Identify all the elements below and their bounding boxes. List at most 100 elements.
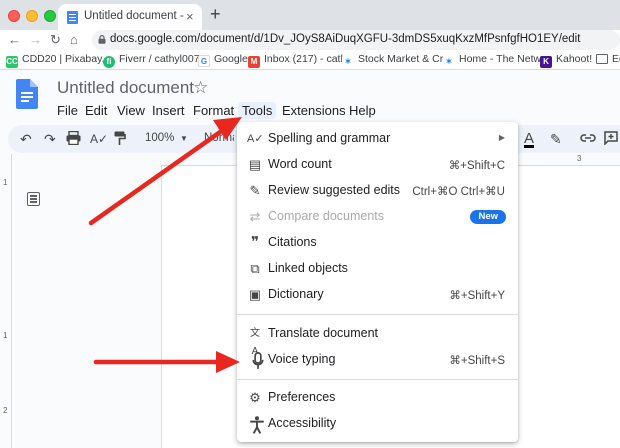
ruler-mark: 3 [577,154,582,163]
menu-item-label: Citations [268,235,317,249]
menu-divider [237,314,518,315]
translate-icon: 文A [250,328,260,357]
menu-item-label: Preferences [268,390,336,404]
preferences-icon: ⚙ [249,390,261,405]
bookmark-stock-market[interactable]: ✶ Stock Market & Cr... [342,53,451,68]
review-edits-icon: ✎ [249,183,261,198]
menu-item-shortcut: ⌘+Shift+S [449,355,505,367]
highlight-pen-icon[interactable]: ✎ [550,130,562,148]
url-text: docs.google.com/document/d/1Dv_JOyS8AiDu… [110,33,581,45]
browser-tab[interactable]: Untitled document - Google Docs × [58,4,202,30]
menu-item-shortcut: ⌘+Shift+Y [449,290,505,302]
menu-item-label: Review suggested edits [268,183,401,197]
menu-item-linked-objects[interactable]: ⧉ Linked objects [237,256,518,282]
menu-item-label: Voice typing [268,352,336,366]
google-icon: G [198,55,210,67]
folder-icon [596,54,608,64]
menu-item-translate-document[interactable]: 文A Translate document [237,321,518,357]
zoom-select[interactable]: 100% [145,132,174,144]
home-icon[interactable]: ⌂ [70,32,78,48]
menu-item-shortcut: ⌘+Shift+C [448,160,505,172]
bookmark-network[interactable]: ✶ Home - The Netw... [443,53,549,68]
citations-icon: ❞ [250,234,260,251]
lock-icon [98,35,106,44]
gmail-icon: M [248,56,260,68]
word-count-icon: ▤ [248,157,262,172]
menu-item-label: Compare documents [268,209,385,223]
bookmark-pixabay[interactable]: CC CDD20 | Pixabay... [6,53,110,68]
microphone-icon [252,352,264,369]
back-arrow-icon[interactable]: ← [8,32,21,48]
tab-title: Untitled document - Google Docs [84,10,184,22]
menu-item-preferences[interactable]: ⚙ Preferences [237,385,518,411]
compare-icon: ⇄ [249,209,261,224]
window-zoom-button[interactable] [44,10,56,22]
menu-item-spelling-and-grammar[interactable]: A✓ Spelling and grammar ▶ [237,126,518,152]
bookmark-folder[interactable]: Ed [596,53,620,65]
bookmark-gmail[interactable]: M Inbox (217) - cath... [248,53,355,68]
window-close-button[interactable] [8,10,20,22]
new-tab-button[interactable]: + [210,5,221,23]
accessibility-icon [250,416,264,434]
browser-navigation-bar: ← → ↻ ⌂ docs.google.com/document/d/1Dv_J… [0,30,620,50]
new-badge: New [470,210,506,224]
menu-item-label: Translate document [268,326,379,340]
bookmark-fiverr[interactable]: fi Fiverr / cathyl007... [103,53,208,68]
menu-view[interactable]: View [117,103,145,118]
menu-file[interactable]: File [57,103,78,118]
bookmark-kahoot[interactable]: K Kahoot! [540,53,592,68]
print-icon[interactable] [66,131,81,145]
menu-help[interactable]: Help [349,103,376,118]
redo-icon[interactable]: ↷ [44,130,56,148]
spellcheck-toolbar-icon[interactable]: A✓ [90,130,108,148]
menu-item-review-suggested-edits[interactable]: ✎ Review suggested edits Ctrl+⌘O Ctrl+⌘U [237,178,518,204]
menu-tools[interactable]: Tools [238,102,277,119]
reload-icon[interactable]: ↻ [50,32,61,48]
zoom-dropdown-icon[interactable]: ▼ [180,134,188,143]
address-bar[interactable]: docs.google.com/document/d/1Dv_JOyS8AiDu… [92,30,620,50]
network-icon: ✶ [443,56,455,68]
menu-item-label: Word count [268,157,332,171]
menu-item-citations[interactable]: ❞ Citations [237,230,518,256]
menu-extensions[interactable]: Extensions [282,103,346,118]
text-color-icon[interactable]: A [524,130,534,148]
window-minimize-button[interactable] [26,10,38,22]
paint-format-icon[interactable] [114,131,126,146]
undo-icon[interactable]: ↶ [20,130,32,148]
ruler-mark: 1 [3,178,8,187]
menu-edit[interactable]: Edit [85,103,107,118]
pixabay-icon: CC [6,56,18,68]
tools-dropdown-menu: A✓ Spelling and grammar ▶ ▤ Word count ⌘… [237,122,518,442]
browser-tab-strip: Untitled document - Google Docs × + [0,0,620,30]
menu-item-label: Accessibility [268,416,337,430]
document-title[interactable]: Untitled document [57,78,194,98]
menu-item-dictionary[interactable]: ▣ Dictionary ⌘+Shift+Y [237,282,518,308]
menu-item-label: Linked objects [268,261,348,275]
horizontal-ruler: 3 [520,154,620,166]
tab-close-icon[interactable]: × [186,9,194,24]
bookmarks-bar: CC CDD20 | Pixabay... fi Fiverr / cathyl00… [0,50,620,70]
linked-objects-icon: ⧉ [250,261,260,276]
star-icon[interactable]: ☆ [193,78,208,98]
document-outline-icon[interactable] [27,192,40,206]
menu-item-shortcut: Ctrl+⌘O Ctrl+⌘U [412,186,505,198]
add-comment-icon[interactable] [604,131,618,145]
menu-divider [237,379,518,380]
menu-item-label: Dictionary [268,287,324,301]
menu-item-voice-typing[interactable]: Voice typing ⌘+Shift+S [237,347,518,373]
menu-item-label: Spelling and grammar [268,131,391,145]
menu-item-word-count[interactable]: ▤ Word count ⌘+Shift+C [237,152,518,178]
fiverr-icon: fi [103,56,115,68]
docs-header: Untitled document ☆ File Edit View Inser… [0,71,620,122]
menu-insert[interactable]: Insert [152,103,185,118]
bookmark-google[interactable]: G Google [198,53,248,67]
forward-arrow-icon[interactable]: → [29,32,42,48]
menu-item-accessibility[interactable]: Accessibility [237,411,518,437]
google-docs-logo-icon[interactable] [16,79,38,109]
vertical-ruler: 1 1 2 [0,154,12,448]
menu-format[interactable]: Format [193,103,234,118]
submenu-arrow-icon: ▶ [498,133,505,142]
menu-item-compare-documents[interactable]: ⇄ Compare documents New [237,204,518,230]
paragraph-style-select[interactable]: Normal [204,132,234,144]
insert-link-icon[interactable] [580,133,596,143]
